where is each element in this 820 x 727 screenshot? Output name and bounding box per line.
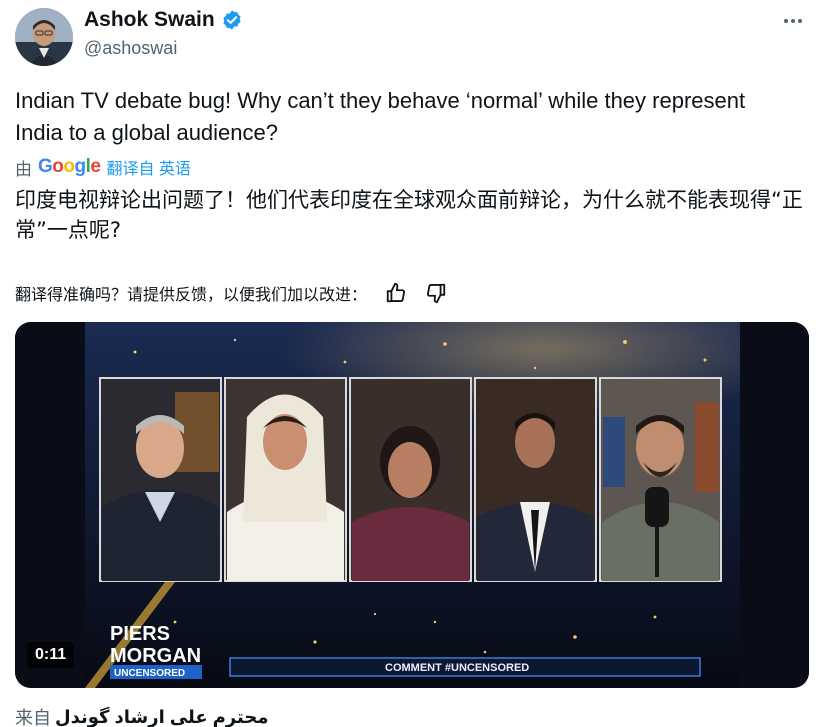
thumbs-up-icon[interactable] (385, 282, 407, 304)
google-logo: Google (38, 156, 101, 177)
show-logo-line1: PIERS (110, 623, 170, 645)
translation-feedback: 翻译得准确吗？请提供反馈，以便我们加以改进： (15, 281, 447, 305)
source-attribution: 来自 محترم علی ارشاد گوندل (15, 704, 268, 727)
avatar[interactable] (15, 8, 73, 66)
translated-text: 印度电视辩论出问题了！他们代表印度在全球观众面前辩论，为什么就不能表现得“正常”… (15, 188, 803, 242)
source-name[interactable]: محترم علی ارشاد گوندل (55, 707, 268, 727)
author-handle[interactable]: @ashoswai (84, 38, 177, 59)
translated-from-link[interactable]: 翻译自 英语 (106, 155, 190, 179)
thumbs-down-icon[interactable] (425, 282, 447, 304)
translated-by: 由 Google 翻译自 英语 (15, 155, 191, 179)
ticker-text: COMMENT #UNCENSORED (385, 662, 529, 674)
more-icon[interactable] (780, 8, 806, 34)
author-name-text[interactable]: Ashok Swain (84, 8, 215, 32)
video-player[interactable]: PIERS MORGAN UNCENSORED COMMENT #UNCENSO… (15, 322, 809, 688)
verified-badge-icon (223, 10, 241, 30)
tweet-text: Indian TV debate bug! Why can’t they beh… (15, 88, 746, 145)
translated-by-prefix: 由 (15, 159, 32, 179)
show-logo-line3: UNCENSORED (114, 668, 185, 679)
author-name[interactable]: Ashok Swain (84, 8, 243, 32)
show-logo-line2: MORGAN (110, 645, 201, 667)
video-frame: PIERS MORGAN UNCENSORED COMMENT #UNCENSO… (15, 322, 809, 688)
source-prefix: 来自 (15, 708, 51, 727)
video-duration: 0:11 (27, 642, 75, 668)
feedback-prompt: 翻译得准确吗？请提供反馈，以便我们加以改进： (15, 285, 368, 304)
